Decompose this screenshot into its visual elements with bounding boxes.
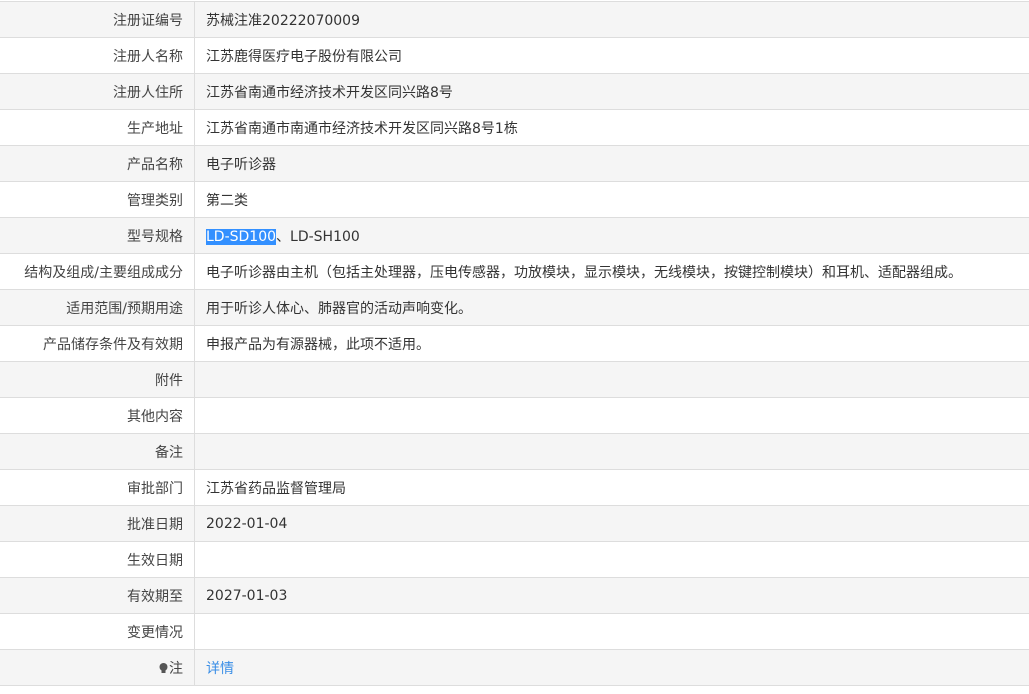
field-value: 苏械注准20222070009 (195, 2, 1029, 38)
field-label: 其他内容 (0, 398, 195, 434)
field-label-text: 注册证编号 (113, 13, 183, 29)
field-value: 江苏省南通市经济技术开发区同兴路8号 (195, 74, 1029, 110)
details-link[interactable]: 详情 (206, 661, 234, 677)
field-label: 注 (0, 650, 195, 686)
table-row: 管理类别 第二类 (0, 182, 1029, 218)
field-label: 注册人住所 (0, 74, 195, 110)
field-label: 注册证编号 (0, 2, 195, 38)
table-row: 适用范围/预期用途 用于听诊人体心、肺器官的活动声响变化。 (0, 290, 1029, 326)
table-row: 批准日期 2022-01-04 (0, 506, 1029, 542)
field-value: 2022-01-04 (195, 506, 1029, 542)
field-value: 江苏省药品监督管理局 (195, 470, 1029, 506)
field-label: 适用范围/预期用途 (0, 290, 195, 326)
field-label: 产品储存条件及有效期 (0, 326, 195, 362)
table-row: 审批部门 江苏省药品监督管理局 (0, 470, 1029, 506)
table-row: 型号规格 LD-SD100、LD-SH100 (0, 218, 1029, 254)
value-text: 2022-01-04 (206, 516, 287, 532)
table-row: 产品储存条件及有效期 申报产品为有源器械，此项不适用。 (0, 326, 1029, 362)
table-row: 产品名称 电子听诊器 (0, 146, 1029, 182)
field-value (195, 362, 1029, 398)
field-value (195, 542, 1029, 578)
field-label: 审批部门 (0, 470, 195, 506)
field-label-text: 管理类别 (127, 193, 183, 209)
field-label-text: 批准日期 (127, 517, 183, 533)
table-row: 注册证编号 苏械注准20222070009 (0, 2, 1029, 38)
table-row: 附件 (0, 362, 1029, 398)
field-value: 电子听诊器 (195, 146, 1029, 182)
table-row: 生产地址 江苏省南通市南通市经济技术开发区同兴路8号1栋 (0, 110, 1029, 146)
selected-text[interactable]: LD-SD100 (206, 229, 276, 245)
field-value: LD-SD100、LD-SH100 (195, 218, 1029, 254)
value-text: 江苏省南通市南通市经济技术开发区同兴路8号1栋 (206, 121, 518, 137)
table-row: 备注 (0, 434, 1029, 470)
field-value: 2027-01-03 (195, 578, 1029, 614)
field-label: 批准日期 (0, 506, 195, 542)
field-label-text: 变更情况 (127, 625, 183, 641)
table-row: 结构及组成/主要组成成分 电子听诊器由主机（包括主处理器，压电传感器，功放模块，显… (0, 254, 1029, 290)
field-label-text: 型号规格 (127, 229, 183, 245)
field-value: 江苏省南通市南通市经济技术开发区同兴路8号1栋 (195, 110, 1029, 146)
field-label: 有效期至 (0, 578, 195, 614)
value-text: 江苏省药品监督管理局 (206, 481, 346, 497)
field-label-text: 有效期至 (127, 589, 183, 605)
value-text: 江苏省南通市经济技术开发区同兴路8号 (206, 85, 453, 101)
field-label: 附件 (0, 362, 195, 398)
field-label: 产品名称 (0, 146, 195, 182)
field-value (195, 398, 1029, 434)
field-value: 电子听诊器由主机（包括主处理器，压电传感器，功放模块，显示模块，无线模块，按键控… (195, 254, 1029, 290)
table-row: 注册人名称 江苏鹿得医疗电子股份有限公司 (0, 38, 1029, 74)
table-row: 生效日期 (0, 542, 1029, 578)
field-label-text: 产品名称 (127, 157, 183, 173)
field-value: 详情 (195, 650, 1029, 686)
field-label: 结构及组成/主要组成成分 (0, 254, 195, 290)
field-label: 变更情况 (0, 614, 195, 650)
field-label-text: 结构及组成/主要组成成分 (24, 265, 183, 281)
registration-detail-table: 注册证编号苏械注准20222070009注册人名称江苏鹿得医疗电子股份有限公司注… (0, 1, 1029, 686)
field-label-text: 适用范围/预期用途 (66, 301, 183, 317)
field-value: 江苏鹿得医疗电子股份有限公司 (195, 38, 1029, 74)
field-label-text: 其他内容 (127, 409, 183, 425)
value-text: 用于听诊人体心、肺器官的活动声响变化。 (206, 301, 472, 317)
field-label-text: 注册人名称 (113, 49, 183, 65)
lightbulb-icon (159, 662, 168, 673)
table-row: 其他内容 (0, 398, 1029, 434)
value-text: 电子听诊器由主机（包括主处理器，压电传感器，功放模块，显示模块，无线模块，按键控… (206, 265, 962, 281)
value-text: 、LD-SH100 (276, 229, 360, 245)
field-label: 型号规格 (0, 218, 195, 254)
field-label-text: 生产地址 (127, 121, 183, 137)
value-text: 江苏鹿得医疗电子股份有限公司 (206, 49, 402, 65)
field-label: 备注 (0, 434, 195, 470)
field-label-text: 注册人住所 (113, 85, 183, 101)
table-row: 注 详情 (0, 650, 1029, 686)
table-row: 变更情况 (0, 614, 1029, 650)
value-text: 2027-01-03 (206, 588, 287, 604)
field-value (195, 614, 1029, 650)
field-label-text: 附件 (155, 373, 183, 389)
field-label: 生效日期 (0, 542, 195, 578)
field-label-text: 注 (169, 661, 183, 677)
field-label-text: 审批部门 (127, 481, 183, 497)
table-row: 注册人住所 江苏省南通市经济技术开发区同兴路8号 (0, 74, 1029, 110)
field-value: 用于听诊人体心、肺器官的活动声响变化。 (195, 290, 1029, 326)
field-value: 申报产品为有源器械，此项不适用。 (195, 326, 1029, 362)
field-label: 管理类别 (0, 182, 195, 218)
value-text: 苏械注准20222070009 (206, 13, 360, 29)
field-label-text: 生效日期 (127, 553, 183, 569)
field-value: 第二类 (195, 182, 1029, 218)
field-label: 注册人名称 (0, 38, 195, 74)
value-text: 第二类 (206, 193, 248, 209)
value-text: 申报产品为有源器械，此项不适用。 (206, 337, 430, 353)
field-label: 生产地址 (0, 110, 195, 146)
field-label-text: 产品储存条件及有效期 (43, 337, 183, 353)
field-label-text: 备注 (155, 445, 183, 461)
field-value (195, 434, 1029, 470)
value-text: 电子听诊器 (206, 157, 276, 173)
table-row: 有效期至 2027-01-03 (0, 578, 1029, 614)
